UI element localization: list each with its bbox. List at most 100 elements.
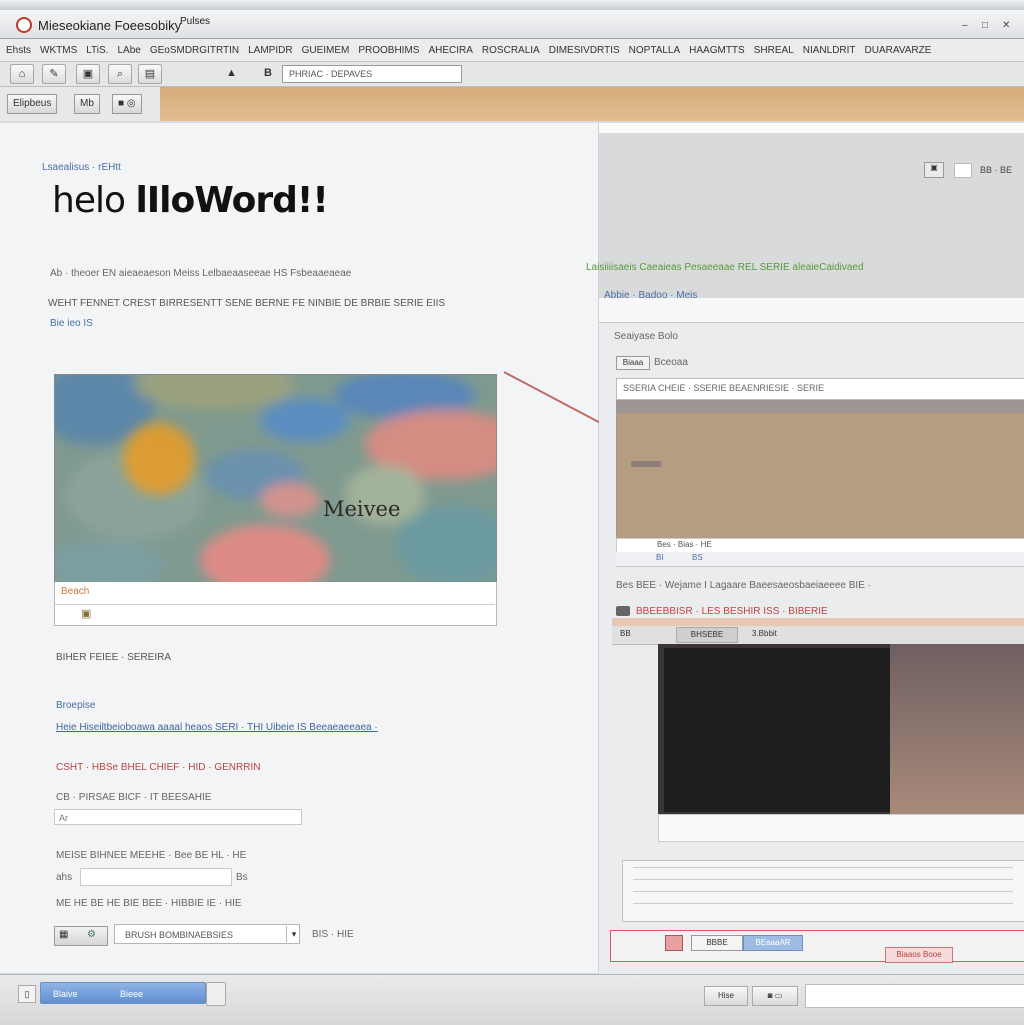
image-icon[interactable]: ▣ [76,64,100,84]
preview-band [617,401,1024,413]
text-line: CSHT · HBSe BHEL CHIEF · HID · GENRRIN [56,762,261,773]
ribbon-button[interactable]: Elipbeus [7,94,58,114]
video-controls[interactable] [658,814,1024,842]
video-player[interactable] [658,644,1024,814]
menu-item[interactable]: AHECIRA [428,45,472,56]
text-input[interactable] [80,868,232,886]
warning-badge[interactable]: Biaaos Booe [885,947,953,963]
panel-row: BBEEBBISR · LES BESHIR ISS · BIBERIE [636,606,828,617]
search-icon[interactable]: ⌕ [108,64,132,84]
status-progress[interactable]: Blaive Bieee [40,982,206,1004]
pen-icon[interactable]: ✎ [42,64,66,84]
link-line[interactable]: Heie Hiseiltbeioboawa aaaal heaos SERI ·… [56,722,378,733]
folder-icon[interactable] [616,606,630,616]
preview-tab[interactable]: BI [656,553,664,562]
panel-bottom-bar: BBBE BEaaaAR Biaaos Booe [610,930,1024,963]
breadcrumb[interactable]: Lsaealisus · rEHtt [42,162,121,173]
icon-button-group[interactable]: ▦ ⚙ [54,926,108,946]
panel-title: Seaiyase Bolo [614,331,678,342]
video-side [890,644,1024,814]
dropdown-icon[interactable]: ▾ [286,926,301,942]
status-button[interactable]: Hise [704,986,748,1006]
menu-item[interactable]: HAAGMTTS [689,45,745,56]
menu-item[interactable]: GUEIMEM [302,45,350,56]
menu-item[interactable]: DIMESIVDRTIS [549,45,620,56]
menu-item[interactable]: ROSCRALIA [482,45,540,56]
panel-button[interactable]: BBBE [691,935,743,951]
home-icon[interactable]: ⌂ [10,64,34,84]
video-frame [664,648,890,812]
menu-bar: Ehsts WKTMS LTiS. LAbe GEoSMDRGITRTIN LA… [0,39,1024,62]
page-title: helo lIloWord!! [52,180,329,221]
panel-row: Bes BEE · Wejame I Lagaare Baeesaeosbaei… [616,580,871,591]
search-input[interactable]: BRUSH BOMBINAEBSIES [114,924,300,944]
status-line: Laisiiiisaeis Caeaieas Pesaeeaae REL SER… [586,262,864,273]
field-label: CB · PIRSAE BICF · IT BEESAHIE [56,792,212,803]
status-end-cap[interactable] [206,982,226,1006]
app-icon [16,17,32,33]
status-input[interactable] [805,984,1024,1008]
minimize-button[interactable]: – [962,20,968,31]
close-button[interactable]: ✕ [1002,20,1010,31]
video-toolbar-item[interactable]: 3.Bbbit [752,629,777,638]
text-line: Ab · theoer EN aieaeaeson Meiss Lelbaeaa… [50,268,352,279]
panel-button[interactable]: BEaaaAR [743,935,803,951]
side-label: BB · BE [980,165,1013,175]
text-line: Bie ieo IS [50,318,93,329]
settings-icon[interactable]: ⚙ [87,929,96,940]
ribbon-button[interactable]: ■ ◎ [112,94,142,114]
video-toolbar-item[interactable]: BHSEBE [676,627,738,643]
bold-icon[interactable]: B [264,67,272,79]
preview-tab[interactable]: BS [692,553,703,562]
address-field[interactable]: PHRIAC · DEPAVES [282,65,462,83]
checkbox[interactable] [954,163,972,178]
menu-item[interactable]: GEoSMDRGITRTIN [150,45,239,56]
status-button[interactable]: ◙ ▭ [752,986,798,1006]
file-list[interactable] [622,860,1024,922]
flag-icon[interactable] [665,935,683,951]
embedded-image[interactable]: Meivee [54,374,497,584]
toolbar: ⌂ ✎ ▣ ⌕ ▤ ▲ B PHRIAC · DEPAVES [0,62,1024,87]
menu-item[interactable]: PROOBHIMS [358,45,419,56]
menu-item[interactable]: LAbe [117,45,140,56]
divider [633,891,1013,892]
image-icon[interactable]: ▣ [924,162,944,178]
tab-bar: Mieseokiane Foeesobiky Pulses – □ ✕ [0,10,1024,39]
menu-item[interactable]: WKTMS [40,45,77,56]
menu-item[interactable]: NIANLDRIT [803,45,856,56]
page-icon[interactable]: ▤ [138,64,162,84]
menu-item[interactable]: Ehsts [6,45,31,56]
lock-icon[interactable]: ▲ [226,67,237,79]
page-title-part: lIloWord!! [135,180,328,221]
panel-tab[interactable]: Biaaa [616,356,650,370]
link-text[interactable]: Heie Hiseiltbeioboawa aaaal heaos SERI ·… [56,722,378,733]
text-line: BIS · HIE [312,929,354,940]
ribbon-button[interactable]: Mb [74,94,100,114]
section-heading[interactable]: Broepise [56,700,95,711]
preview-toolbar-text: SSERIA CHEIE · SSERIE BEAENRIESIE · SERI… [623,383,825,393]
video-toolbar-item[interactable]: BB [620,629,631,638]
video-accent-bar [612,618,1024,626]
text-line: WEHT FENNET CREST BIRRESENTT SENE BERNE … [48,298,446,309]
menu-item[interactable]: LAMPIDR [248,45,292,56]
text-input[interactable]: Ar [54,809,302,825]
preview-mark [631,461,661,467]
preview-tabs: BI BS [616,552,1024,567]
menu-items: Ehsts WKTMS LTiS. LAbe GEoSMDRGITRTIN LA… [6,45,931,56]
field-button[interactable]: Bs [236,872,248,883]
grid-icon[interactable]: ▦ [59,929,68,940]
abstract-painting [55,375,496,583]
menu-item[interactable]: NOPTALLA [629,45,681,56]
video-toolbar: BB BHSEBE 3.Bbbit [612,626,1024,645]
caption-icon: ▣ [81,608,92,620]
panel-toggle-icon[interactable]: ▯ [18,985,36,1003]
panel-tab[interactable]: Bceoaa [654,357,688,368]
preview-thumbnail[interactable] [616,400,1024,540]
menu-item[interactable]: LTiS. [86,45,108,56]
menu-item[interactable]: DUARAVARZE [865,45,932,56]
window-title: Mieseokiane Foeesobiky [38,18,182,33]
menu-item[interactable]: SHREAL [754,45,794,56]
divider [633,903,1013,904]
maximize-button[interactable]: □ [982,20,988,31]
divider [633,867,1013,868]
